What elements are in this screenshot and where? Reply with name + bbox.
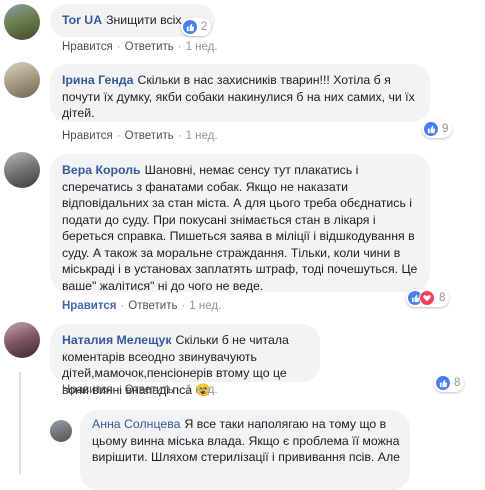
comment-text: Ірина Генда Скільки в нас захисників твар… [62, 72, 420, 122]
avatar[interactable] [4, 152, 40, 188]
reaction-count[interactable]: 2 [181, 18, 212, 36]
reaction-number: 2 [201, 21, 208, 33]
like-link[interactable]: Нравится [62, 41, 113, 53]
avatar[interactable] [4, 62, 40, 98]
reaction-count[interactable]: 9 [422, 120, 453, 138]
reaction-number: 9 [442, 123, 449, 135]
avatar[interactable] [4, 322, 40, 358]
comment-body: Шановні, немає сенсу тут плакатись і спе… [62, 163, 418, 293]
comment-actions: Нравится · Ответить · 1 нед. [62, 130, 218, 142]
comment-author[interactable]: Tor UA [62, 13, 102, 27]
comment-body: Знищити всіх. [106, 13, 185, 27]
comment-time[interactable]: 1 нед. [186, 384, 218, 396]
comment-time[interactable]: 1 нед. [186, 41, 218, 53]
like-link[interactable]: Нравится [62, 130, 113, 142]
like-reaction-icon [183, 20, 197, 34]
like-link[interactable]: Нравится [62, 384, 113, 396]
reaction-count[interactable]: 8 [406, 289, 450, 307]
comment-author[interactable]: Ірина Генда [62, 73, 133, 87]
love-reaction-icon [419, 290, 435, 306]
reaction-count[interactable]: 8 [434, 374, 465, 392]
comment-time[interactable]: 1 нед. [186, 130, 218, 142]
comment-text: Вера Король Шановні, немає сенсу тут плак… [62, 162, 420, 294]
comment-author[interactable]: Анна Солнцева [92, 417, 180, 431]
comment-author[interactable]: Вера Король [62, 163, 141, 177]
reply-thread-line [19, 372, 21, 474]
like-reaction-icon [436, 376, 450, 390]
reaction-number: 8 [454, 377, 461, 389]
comment-actions: Нравится · Ответить · 1 нед. [62, 41, 218, 53]
reply-link[interactable]: Ответить [125, 41, 174, 53]
comment-time[interactable]: 1 нед. [189, 300, 221, 312]
reply-link[interactable]: Ответить [125, 384, 174, 396]
reaction-number: 8 [439, 292, 446, 304]
reply-link[interactable]: Ответить [125, 130, 174, 142]
comment-text: Анна Солнцева Я все таки наполягаю на том… [92, 416, 404, 466]
like-reaction-icon [424, 122, 438, 136]
reply-link[interactable]: Ответить [128, 300, 177, 312]
comment-actions: Нравится · Ответить · 1 нед. [62, 300, 222, 312]
like-link[interactable]: Нравится [62, 300, 116, 312]
avatar[interactable] [4, 4, 40, 40]
comment-author[interactable]: Наталия Мелещук [62, 333, 171, 347]
comment-actions: Нравится · Ответить · 1 нед. [62, 384, 218, 396]
avatar[interactable] [50, 420, 72, 442]
